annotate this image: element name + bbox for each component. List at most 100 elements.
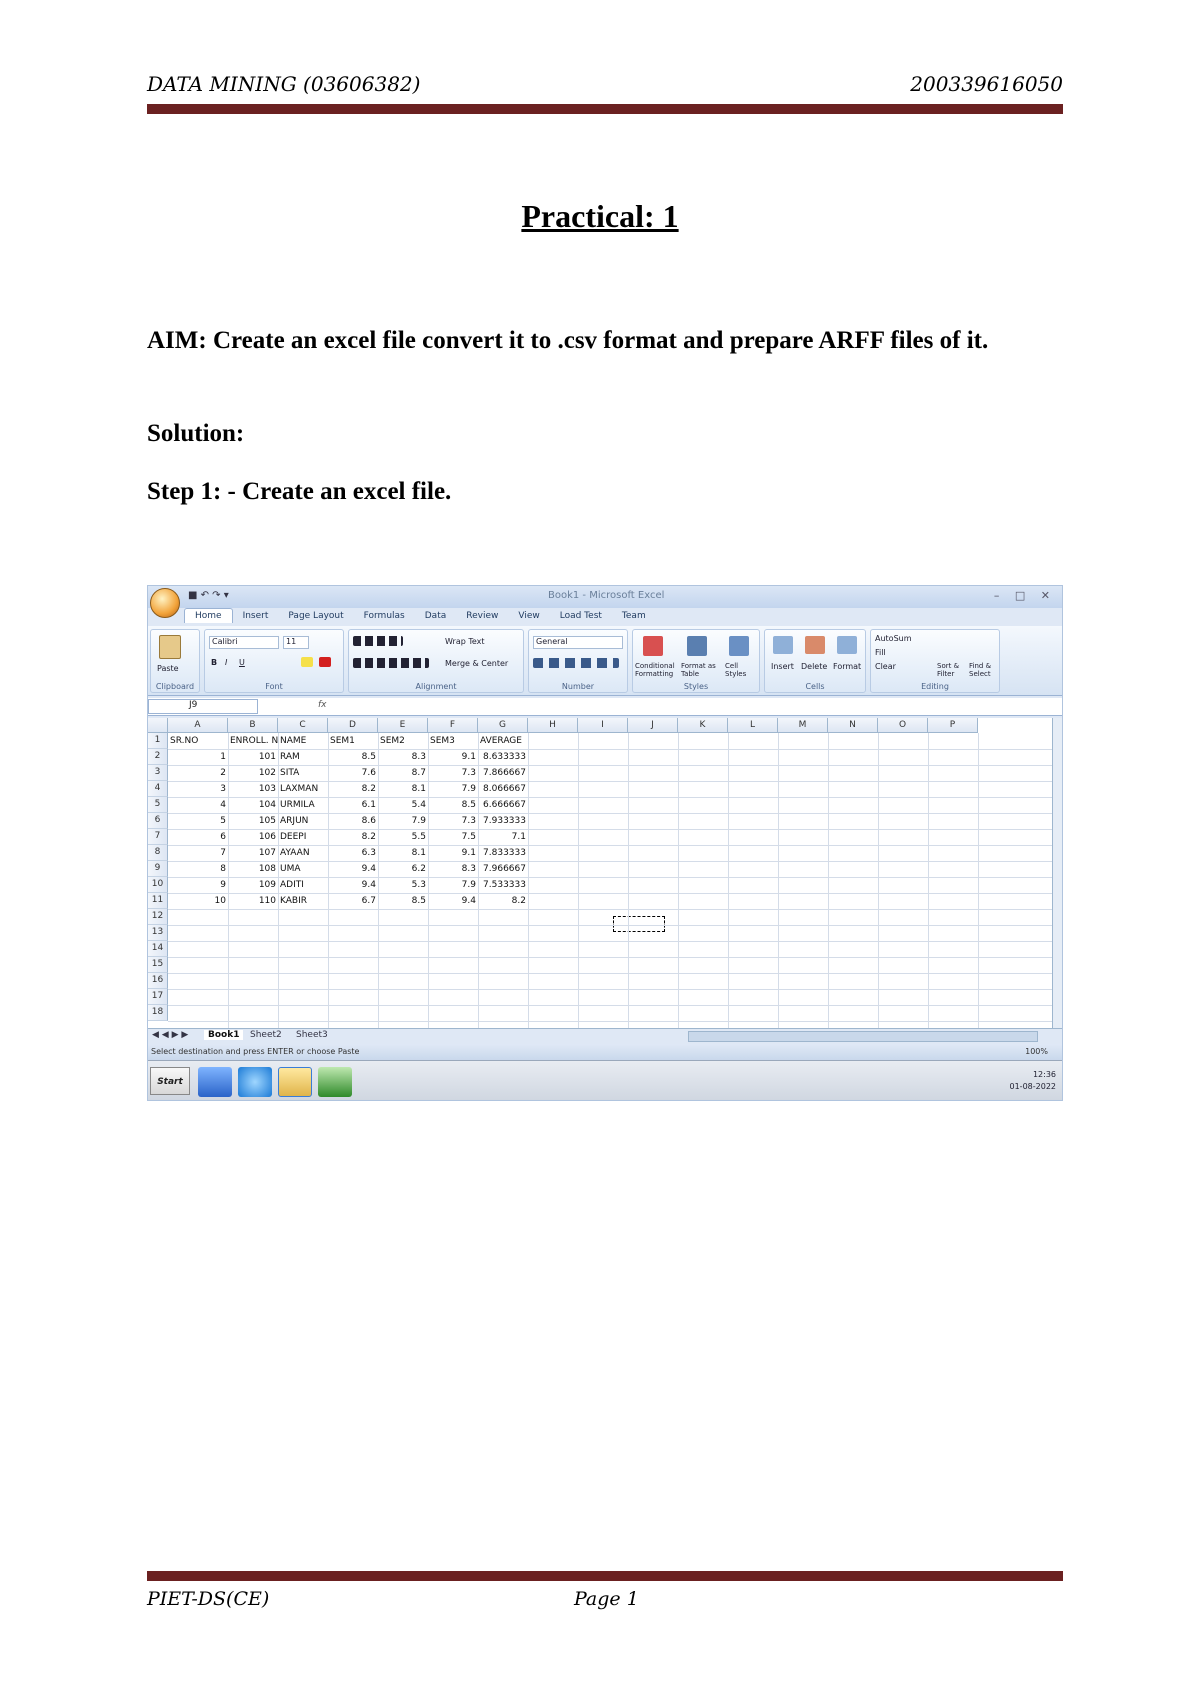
start-button[interactable]: Start [150, 1067, 190, 1095]
column-header-k[interactable]: K [678, 718, 728, 733]
autosum-button[interactable]: AutoSum [875, 634, 912, 643]
data-cell[interactable]: 105 [228, 813, 278, 829]
excel-taskbar-icon[interactable] [318, 1067, 352, 1097]
data-cell[interactable]: 8 [168, 861, 228, 877]
sheet-tab-sheet3[interactable]: Sheet3 [296, 1030, 328, 1040]
column-header-m[interactable]: M [778, 718, 828, 733]
select-all-corner[interactable] [148, 718, 168, 733]
data-cell[interactable]: 106 [228, 829, 278, 845]
fill-color-icon[interactable] [301, 657, 313, 667]
data-cell[interactable]: 103 [228, 781, 278, 797]
data-cell[interactable]: 7 [168, 845, 228, 861]
conditional-formatting-icon[interactable] [643, 636, 663, 656]
row-header-9[interactable]: 9 [148, 861, 168, 877]
data-cell[interactable]: 6.666667 [478, 797, 528, 813]
insert-cells-icon[interactable] [773, 636, 793, 654]
data-cell[interactable]: 8.5 [378, 893, 428, 909]
data-cell[interactable]: 9.4 [328, 877, 378, 893]
data-cell[interactable]: 7.3 [428, 813, 478, 829]
window-controls[interactable]: – □ ✕ [994, 589, 1056, 602]
data-cell[interactable]: 101 [228, 749, 278, 765]
data-cell[interactable]: 8.5 [328, 749, 378, 765]
data-cell[interactable]: 9.4 [428, 893, 478, 909]
row-header-16[interactable]: 16 [148, 973, 168, 989]
data-cell[interactable]: 104 [228, 797, 278, 813]
row-header-18[interactable]: 18 [148, 1005, 168, 1021]
row-header-12[interactable]: 12 [148, 909, 168, 925]
data-cell[interactable]: 6.2 [378, 861, 428, 877]
data-cell[interactable]: 9.4 [328, 861, 378, 877]
format-cells-icon[interactable] [837, 636, 857, 654]
data-cell[interactable]: 107 [228, 845, 278, 861]
office-button-icon[interactable] [150, 588, 180, 618]
row-header-8[interactable]: 8 [148, 845, 168, 861]
data-cell[interactable]: 8.3 [428, 861, 478, 877]
row-header-7[interactable]: 7 [148, 829, 168, 845]
row-header-13[interactable]: 13 [148, 925, 168, 941]
data-cell[interactable]: ARJUN [278, 813, 328, 829]
column-header-c[interactable]: C [278, 718, 328, 733]
delete-cells-icon[interactable] [805, 636, 825, 654]
column-header-j[interactable]: J [628, 718, 678, 733]
row-header-10[interactable]: 10 [148, 877, 168, 893]
column-header-i[interactable]: I [578, 718, 628, 733]
data-cell[interactable]: 7.3 [428, 765, 478, 781]
data-cell[interactable]: 4 [168, 797, 228, 813]
data-cell[interactable]: ADITI [278, 877, 328, 893]
sheet-tab-sheet2[interactable]: Sheet2 [250, 1030, 282, 1040]
column-header-l[interactable]: L [728, 718, 778, 733]
data-cell[interactable]: 6.7 [328, 893, 378, 909]
merge-center-button[interactable]: Merge & Center [445, 659, 508, 668]
data-cell[interactable]: 3 [168, 781, 228, 797]
data-cell[interactable]: 8.5 [428, 797, 478, 813]
data-cell[interactable]: 7.9 [428, 781, 478, 797]
data-cell[interactable]: KABIR [278, 893, 328, 909]
column-header-f[interactable]: F [428, 718, 478, 733]
underline-button[interactable]: U [239, 658, 245, 667]
tab-formulas[interactable]: Formulas [354, 609, 415, 623]
header-cell[interactable]: SEM3 [428, 733, 478, 749]
clear-button[interactable]: Clear [875, 662, 896, 671]
data-cell[interactable]: 5.5 [378, 829, 428, 845]
fx-icon[interactable]: fx [318, 700, 327, 710]
internet-explorer-icon[interactable] [238, 1067, 272, 1097]
row-header-6[interactable]: 6 [148, 813, 168, 829]
data-cell[interactable]: 7.6 [328, 765, 378, 781]
data-cell[interactable]: 7.933333 [478, 813, 528, 829]
data-cell[interactable]: 8.1 [378, 845, 428, 861]
data-cell[interactable]: 5.3 [378, 877, 428, 893]
italic-button[interactable]: I [225, 658, 227, 667]
column-header-d[interactable]: D [328, 718, 378, 733]
data-cell[interactable]: 7.1 [478, 829, 528, 845]
sheet-nav-icons[interactable]: ◀ ◀ ▶ ▶ [152, 1030, 188, 1040]
row-header-5[interactable]: 5 [148, 797, 168, 813]
cell-styles-icon[interactable] [729, 636, 749, 656]
wrap-text-button[interactable]: Wrap Text [445, 637, 485, 646]
font-name-box[interactable]: Calibri [209, 636, 279, 649]
media-player-icon[interactable] [198, 1067, 232, 1097]
data-cell[interactable]: 8.2 [478, 893, 528, 909]
data-cell[interactable]: 8.2 [328, 829, 378, 845]
data-cell[interactable]: 9 [168, 877, 228, 893]
data-cell[interactable]: 102 [228, 765, 278, 781]
data-cell[interactable]: 8.3 [378, 749, 428, 765]
data-cell[interactable]: 8.7 [378, 765, 428, 781]
data-cell[interactable]: 8.6 [328, 813, 378, 829]
name-box[interactable]: J9 [148, 699, 258, 714]
tab-review[interactable]: Review [456, 609, 508, 623]
data-cell[interactable]: RAM [278, 749, 328, 765]
data-cell[interactable]: 7.9 [378, 813, 428, 829]
quick-access-toolbar[interactable]: ■ ↶ ↷ ▾ [188, 590, 229, 601]
alignment-icons[interactable] [353, 658, 429, 668]
row-header-17[interactable]: 17 [148, 989, 168, 1005]
column-header-b[interactable]: B [228, 718, 278, 733]
header-cell[interactable]: SEM2 [378, 733, 428, 749]
data-cell[interactable]: 9.1 [428, 845, 478, 861]
data-cell[interactable]: 9.1 [428, 749, 478, 765]
bold-button[interactable]: B [211, 658, 217, 667]
column-header-o[interactable]: O [878, 718, 928, 733]
data-cell[interactable]: 5.4 [378, 797, 428, 813]
header-cell[interactable]: SEM1 [328, 733, 378, 749]
tab-view[interactable]: View [508, 609, 549, 623]
data-cell[interactable]: LAXMAN [278, 781, 328, 797]
